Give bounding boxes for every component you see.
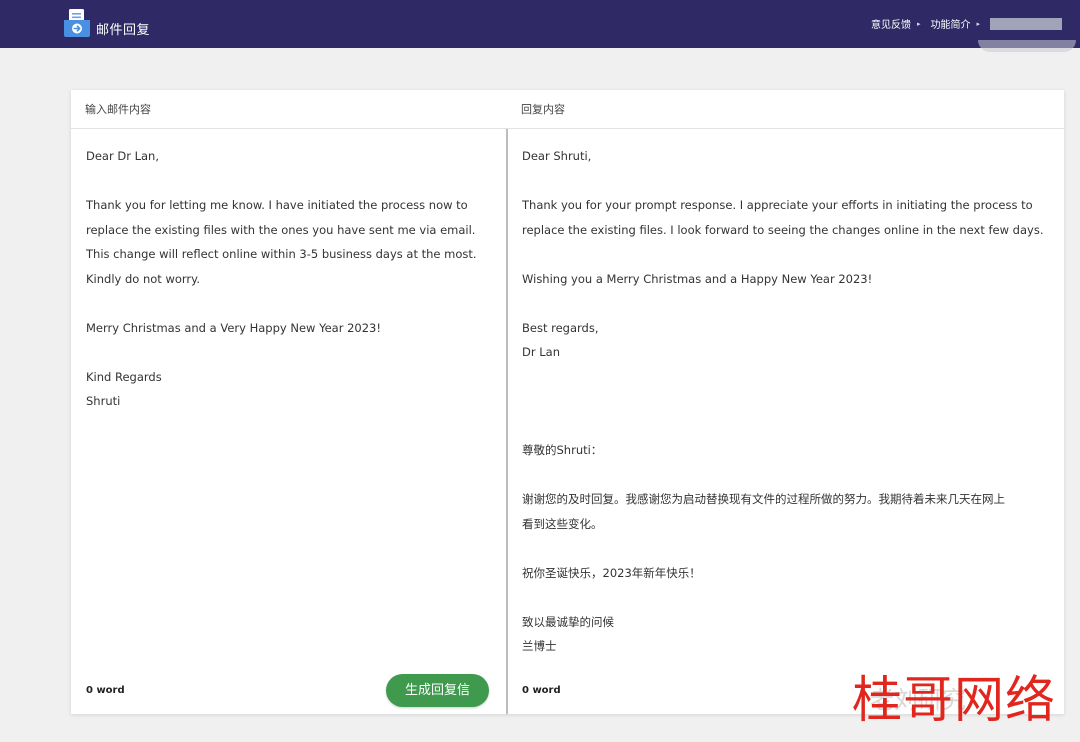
email-line: Shruti	[86, 394, 121, 408]
reply-line: Dear Shruti,	[522, 149, 592, 163]
pane-divider	[506, 129, 508, 714]
reply-line: 尊敬的Shruti：	[522, 443, 603, 457]
reply-line: Dr Lan	[522, 345, 560, 359]
about-link[interactable]: 功能简介	[930, 16, 970, 31]
caret-right-icon: ▸	[976, 19, 980, 28]
reply-line: Best regards,	[522, 320, 599, 335]
reply-line: 致以最诚挚的问候	[522, 614, 614, 629]
email-line: Thank you for letting me know. I have in…	[86, 198, 468, 212]
caret-right-icon: ▸	[916, 19, 921, 28]
reply-line: replace the existing files. I look forwa…	[522, 222, 1044, 237]
input-word-count: 0 word	[86, 685, 125, 696]
panel-header: 输入邮件内容 回复内容	[71, 90, 1064, 129]
user-account-redacted[interactable]	[990, 17, 1062, 30]
app-title: 邮件回复	[96, 23, 151, 38]
reply-line: 谢谢您的及时回复。我感谢您为启动替换现有文件的过程所做的努力。我期待着未来几天在…	[522, 492, 1005, 506]
output-header: 回复内容	[521, 103, 565, 116]
mail-reply-icon	[62, 8, 92, 38]
feedback-link[interactable]: 意见反馈	[871, 16, 911, 31]
email-line: This change will reflect online within 3…	[86, 247, 477, 261]
generate-reply-button[interactable]: 生成回复信	[386, 674, 489, 707]
output-word-count: 0 word	[522, 685, 561, 696]
email-line: Kind Regards	[86, 369, 162, 384]
email-input-area[interactable]: Dear Dr Lan, Thank you for letting me kno…	[86, 129, 486, 414]
email-line: Kindly do not worry.	[86, 271, 200, 286]
email-line: Dear Dr Lan,	[86, 149, 159, 163]
top-nav: 意见反馈 ▸ 功能简介 ▸	[871, 16, 1062, 31]
reply-line: Wishing you a Merry Christmas and a Happ…	[522, 271, 873, 286]
reply-line: 祝你圣诞快乐，2023年新年快乐！	[522, 565, 701, 580]
email-line: replace the existing files with the ones…	[86, 222, 476, 237]
app-logo[interactable]: 邮件回复	[62, 7, 150, 38]
email-line: Merry Christmas and a Very Happy New Yea…	[86, 320, 381, 335]
reply-line: 看到这些变化。	[522, 516, 603, 531]
top-bar: 邮件回复 意见反馈 ▸ 功能简介 ▸	[0, 0, 1080, 48]
reply-line: Thank you for your prompt response. I ap…	[522, 198, 1033, 212]
email-reply-panel: 输入邮件内容 回复内容 Dear Dr Lan, Thank you for le…	[71, 90, 1064, 714]
reply-output-area[interactable]: Dear Shruti, Thank you for your prompt re…	[522, 129, 1052, 659]
watermark: 桂哥网络	[852, 671, 1056, 729]
input-header: 输入邮件内容	[85, 103, 151, 116]
reply-line: 兰博士	[522, 639, 557, 653]
user-menu-tab	[978, 40, 1076, 52]
